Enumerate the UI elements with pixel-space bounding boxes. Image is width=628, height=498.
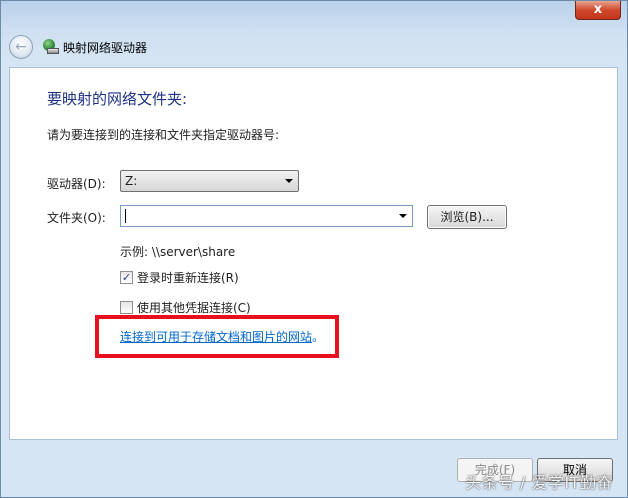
example-text: 示例: \\server\share [120,245,236,259]
drive-label: 驱动器(D): [47,177,106,191]
wizard-content-panel: 要映射的网络文件夹: 请为要连接到的连接和文件夹指定驱动器号: 驱动器(D): … [9,67,618,440]
close-icon: x [593,2,603,17]
chevron-down-icon[interactable] [399,214,407,218]
page-heading: 要映射的网络文件夹: [47,90,188,108]
reconnect-checkbox-row[interactable]: ✓ 登录时重新连接(R) [120,269,239,286]
red-highlight-box [95,315,339,358]
window-title: 映射网络驱动器 [63,40,148,55]
folder-label: 文件夹(O): [47,211,106,225]
back-button[interactable]: ← [9,35,33,59]
other-credentials-checkbox[interactable] [120,301,133,314]
network-drive-icon [43,39,59,55]
close-button[interactable]: x [575,1,621,20]
drive-letter-value: Z: [125,174,138,188]
back-arrow-icon: ← [15,39,27,55]
instruction-text: 请为要连接到的连接和文件夹指定驱动器号: [47,128,280,142]
browse-button[interactable]: 浏览(B)... [427,205,507,229]
map-network-drive-window: x ← 映射网络驱动器 要映射的网络文件夹: 请为要连接到的连接和文件夹指定驱动… [0,0,628,498]
navigation-bar: ← 映射网络驱动器 [9,33,147,61]
reconnect-label: 登录时重新连接(R) [137,271,239,285]
reconnect-checkbox[interactable]: ✓ [120,271,133,284]
folder-input[interactable] [120,205,413,227]
chevron-down-icon [285,179,293,183]
other-credentials-label: 使用其他凭据连接(C) [137,301,251,315]
other-credentials-checkbox-row[interactable]: 使用其他凭据连接(C) [120,299,251,316]
text-caret [125,209,126,223]
watermark-text: 头条号 / 爱学IT勤奋 [464,473,613,492]
drive-letter-select[interactable]: Z: [120,170,299,192]
